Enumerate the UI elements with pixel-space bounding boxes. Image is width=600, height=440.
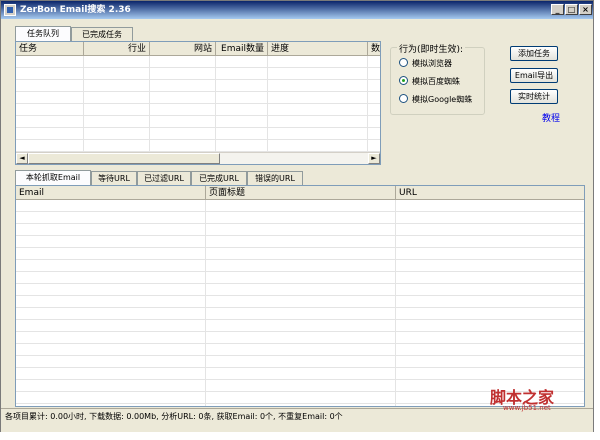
table-row[interactable] xyxy=(16,128,380,140)
column-header-progress[interactable]: 进度 xyxy=(268,42,368,56)
radio-baidu-spider[interactable]: 模拟百度蜘蛛 xyxy=(399,76,460,88)
tab-error-url[interactable]: 错误的URL xyxy=(247,171,303,185)
table-row[interactable] xyxy=(16,92,380,104)
app-window: ZerBon Email搜索 2.36 _ □ × 任务队列 已完成任务 任务 … xyxy=(0,0,594,432)
status-text: 各项目累计: 0.00小时, 下载数据: 0.00Mb, 分析URL: 0条, … xyxy=(5,412,343,421)
radio-icon[interactable] xyxy=(399,94,408,103)
radio-checked-icon[interactable] xyxy=(399,76,408,85)
column-header-task[interactable]: 任务 xyxy=(16,42,84,56)
table-row[interactable] xyxy=(16,284,584,296)
table-row[interactable] xyxy=(16,80,380,92)
table-row[interactable] xyxy=(16,116,380,128)
table-row[interactable] xyxy=(16,356,584,368)
column-header-industry[interactable]: 行业 xyxy=(84,42,150,56)
scroll-left-button[interactable]: ◄ xyxy=(16,153,28,164)
table-row[interactable] xyxy=(16,224,584,236)
email-list[interactable]: Email 页面标题 URL xyxy=(15,185,585,407)
table-row[interactable] xyxy=(16,260,584,272)
title-bar[interactable]: ZerBon Email搜索 2.36 _ □ × xyxy=(1,1,593,19)
table-row[interactable] xyxy=(16,344,584,356)
table-row[interactable] xyxy=(16,140,380,152)
table-row[interactable] xyxy=(16,368,584,380)
watermark-url: www.jb51.net xyxy=(503,404,551,412)
task-rows xyxy=(16,56,380,152)
table-row[interactable] xyxy=(16,200,584,212)
table-row[interactable] xyxy=(16,236,584,248)
table-row[interactable] xyxy=(16,248,584,260)
column-header-website[interactable]: 网站 xyxy=(150,42,216,56)
minimize-button[interactable]: _ xyxy=(551,4,564,15)
window-title: ZerBon Email搜索 2.36 xyxy=(20,5,131,15)
radio-browser[interactable]: 模拟浏览器 xyxy=(399,58,452,70)
behavior-group: 行为(即时生效): 模拟浏览器 模拟百度蜘蛛 模拟Google蜘蛛 xyxy=(390,42,485,115)
email-list-header: Email 页面标题 URL xyxy=(16,186,584,200)
app-icon[interactable] xyxy=(4,4,16,16)
email-rows xyxy=(16,200,584,404)
table-row[interactable] xyxy=(16,68,380,80)
tab-completed-tasks[interactable]: 已完成任务 xyxy=(71,27,133,41)
column-header-email[interactable]: Email xyxy=(16,186,206,200)
export-email-button[interactable]: Email导出 xyxy=(510,68,558,83)
behavior-legend: 行为(即时生效): xyxy=(397,42,466,55)
column-header-page-title[interactable]: 页面标题 xyxy=(206,186,396,200)
tutorial-link[interactable]: 教程 xyxy=(542,111,560,124)
radio-icon[interactable] xyxy=(399,58,408,67)
scroll-thumb[interactable] xyxy=(28,153,220,164)
add-task-button[interactable]: 添加任务 xyxy=(510,46,558,61)
table-row[interactable] xyxy=(16,332,584,344)
table-row[interactable] xyxy=(16,56,380,68)
maximize-button[interactable]: □ xyxy=(565,4,578,15)
table-row[interactable] xyxy=(16,320,584,332)
task-list-header: 任务 行业 网站 Email数量 进度 数 xyxy=(16,42,380,56)
tab-pending-url[interactable]: 等待URL xyxy=(91,171,137,185)
column-header-email-count[interactable]: Email数量 xyxy=(216,42,268,56)
column-header-count[interactable]: 数 xyxy=(368,42,380,56)
column-header-url[interactable]: URL xyxy=(396,186,584,200)
scroll-right-button[interactable]: ► xyxy=(368,153,380,164)
tab-filtered-url[interactable]: 已过滤URL xyxy=(137,171,191,185)
horizontal-scrollbar[interactable]: ◄ ► xyxy=(16,152,380,164)
tab-current-emails[interactable]: 本轮抓取Email xyxy=(15,170,91,185)
close-button[interactable]: × xyxy=(579,4,592,15)
radio-google-spider[interactable]: 模拟Google蜘蛛 xyxy=(399,94,472,106)
task-list[interactable]: 任务 行业 网站 Email数量 进度 数 ◄ ► xyxy=(15,41,381,165)
table-row[interactable] xyxy=(16,296,584,308)
table-row[interactable] xyxy=(16,212,584,224)
table-row[interactable] xyxy=(16,272,584,284)
tab-task-queue[interactable]: 任务队列 xyxy=(15,26,71,41)
realtime-stats-button[interactable]: 实时统计 xyxy=(510,89,558,104)
table-row[interactable] xyxy=(16,104,380,116)
tab-completed-url[interactable]: 已完成URL xyxy=(191,171,247,185)
table-row[interactable] xyxy=(16,308,584,320)
